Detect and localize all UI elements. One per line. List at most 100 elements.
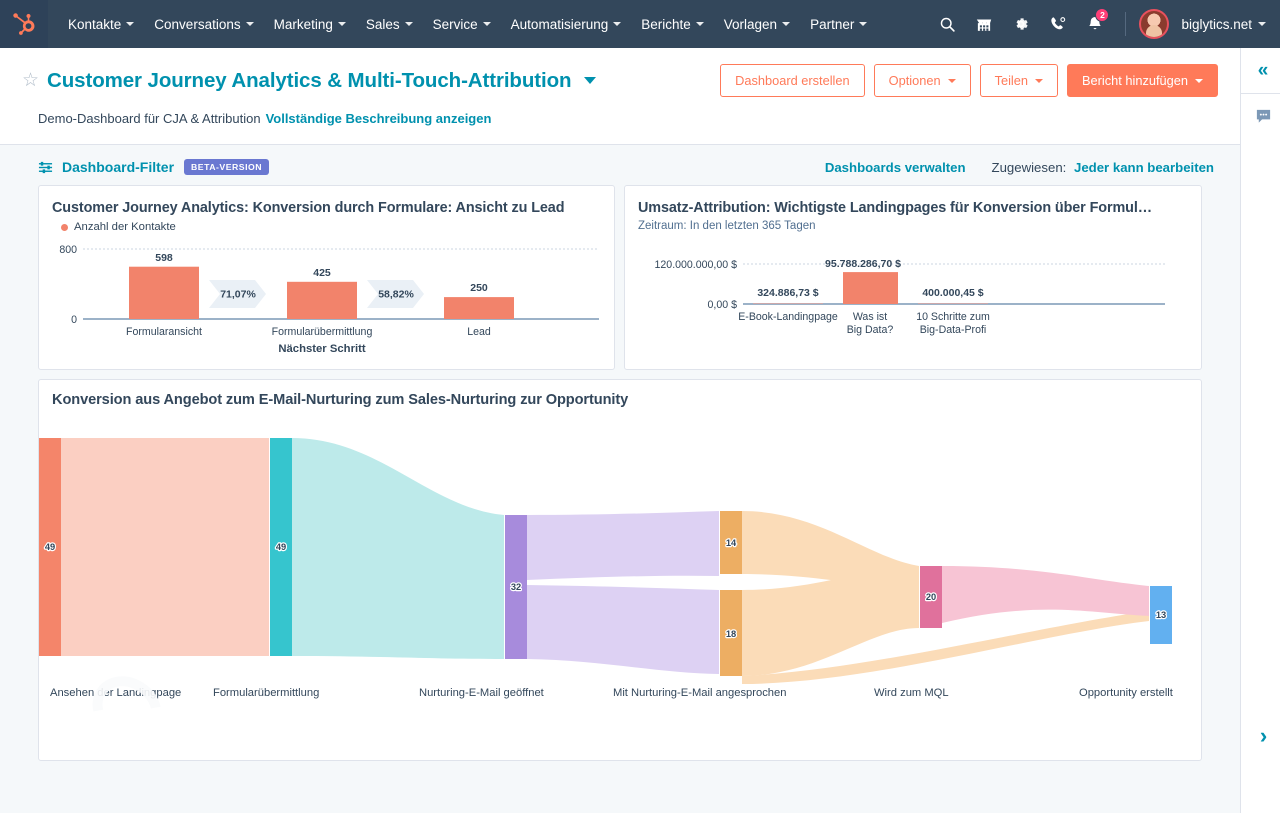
- bar-value-1: 598: [155, 252, 173, 264]
- bar-value-2: 425: [313, 267, 331, 279]
- bar-was-ist-big-data[interactable]: [843, 272, 898, 304]
- dashboard-filter-label[interactable]: Dashboard-Filter: [62, 159, 174, 175]
- bar-value-2: 95.788.286,70 $: [825, 258, 901, 270]
- settings-button[interactable]: [1004, 0, 1038, 48]
- dashboard-switcher-chevron-down-icon[interactable]: [584, 77, 596, 84]
- gear-icon: [1012, 15, 1030, 33]
- funnel-legend: Anzahl der Kontakte: [39, 216, 614, 233]
- funnel-conversion-card: Customer Journey Analytics: Konversion d…: [38, 185, 615, 370]
- hubspot-logo-button[interactable]: [0, 0, 48, 48]
- nav-item-label: Kontakte: [68, 17, 121, 32]
- favorite-star-icon[interactable]: ☆: [22, 71, 39, 90]
- add-report-button[interactable]: Bericht hinzufügen: [1067, 64, 1218, 97]
- create-dashboard-button[interactable]: Dashboard erstellen: [720, 64, 865, 97]
- link-landingpage-to-formular: [61, 438, 269, 656]
- search-button[interactable]: [930, 0, 964, 48]
- sankey-label-mql: Wird zum MQL: [874, 687, 949, 699]
- bar-lead[interactable]: [444, 297, 514, 319]
- nav-item-service[interactable]: Service: [423, 0, 501, 48]
- collapse-panel-button[interactable]: «: [1241, 48, 1280, 93]
- chat-bubble-icon: [1255, 108, 1272, 125]
- nav-item-partner[interactable]: Partner: [800, 0, 877, 48]
- nav-utility-icons: 2 biglytics.net: [930, 0, 1280, 48]
- options-button[interactable]: Optionen: [874, 64, 971, 97]
- rail-bottom-actions: ›: [1241, 713, 1280, 758]
- sankey-node-value-opportunity: 13: [1156, 610, 1166, 620]
- add-report-label: Bericht hinzufügen: [1082, 73, 1188, 88]
- bar-formularansicht[interactable]: [129, 267, 199, 319]
- ytick-max: 120.000.000,00 $: [655, 259, 738, 271]
- xtick-2-line2: Big Data?: [847, 324, 894, 336]
- link-mql-to-opportunity: [942, 566, 1149, 623]
- dashboard-filter-row: Dashboard-Filter BETA-VERSION Dashboards…: [0, 145, 1240, 185]
- xtick-2-line1: Was ist: [853, 311, 887, 323]
- nav-item-kontakte[interactable]: Kontakte: [58, 0, 144, 48]
- notification-count-badge: 2: [1095, 8, 1109, 22]
- bar-formularuebermittlung[interactable]: [287, 282, 357, 319]
- show-full-description-link[interactable]: Vollständige Beschreibung anzeigen: [266, 111, 492, 126]
- main-nav-items: Kontakte Conversations Marketing Sales S…: [58, 0, 877, 48]
- nav-item-label: Service: [433, 17, 478, 32]
- phone-icon: [1049, 15, 1067, 33]
- share-button[interactable]: Teilen: [980, 64, 1058, 97]
- ytick-800: 800: [59, 244, 77, 256]
- share-label: Teilen: [995, 73, 1028, 88]
- dashboard-description: Demo-Dashboard für CJA & Attribution: [38, 111, 261, 126]
- bar-value-1: 324.886,73 $: [757, 287, 818, 299]
- chevron-right-icon: ›: [1260, 725, 1267, 747]
- filter-sliders-icon[interactable]: [38, 160, 53, 175]
- page-main-column: ☆ Customer Journey Analytics & Multi-Tou…: [0, 48, 1240, 813]
- notifications-button[interactable]: 2: [1078, 0, 1112, 48]
- legend-color-swatch: [61, 224, 68, 231]
- chevron-down-icon: [696, 22, 704, 26]
- assigned-info: Zugewiesen: Jeder kann bearbeiten: [992, 160, 1214, 175]
- chat-panel-button[interactable]: [1241, 94, 1280, 139]
- account-menu[interactable]: biglytics.net: [1181, 17, 1266, 32]
- assigned-value-link[interactable]: Jeder kann bearbeiten: [1074, 160, 1214, 175]
- nav-item-label: Marketing: [274, 17, 333, 32]
- link-formular-to-nurturing-opened: [292, 438, 504, 659]
- link-nurturing-to-engaged-14: [527, 511, 719, 580]
- sankey-node-value-landingpage: 49: [45, 542, 55, 552]
- funnel-card-title: Customer Journey Analytics: Konversion d…: [39, 186, 614, 216]
- nav-item-automatisierung[interactable]: Automatisierung: [501, 0, 632, 48]
- calling-button[interactable]: [1041, 0, 1075, 48]
- manage-dashboards-link[interactable]: Dashboards verwalten: [825, 160, 966, 175]
- sankey-node-value-mql: 20: [926, 592, 936, 602]
- sankey-node-value-engaged-18: 18: [726, 629, 736, 639]
- sankey-label-engaged: Mit Nurturing-E-Mail angesprochen: [613, 687, 786, 699]
- sankey-label-nurturing-opened: Nurturing-E-Mail geöffnet: [419, 687, 545, 699]
- nav-item-vorlagen[interactable]: Vorlagen: [714, 0, 800, 48]
- nav-item-label: Automatisierung: [511, 17, 609, 32]
- chevron-down-icon: [126, 22, 134, 26]
- dashboard-header-top-row: ☆ Customer Journey Analytics & Multi-Tou…: [0, 48, 1240, 111]
- chevron-down-icon: [859, 22, 867, 26]
- journey-sankey-card: Konversion aus Angebot zum E-Mail-Nurtur…: [38, 379, 1202, 761]
- revenue-card-subtitle: Zeitraum: In den letzten 365 Tagen: [625, 216, 1201, 232]
- marketplace-button[interactable]: [967, 0, 1001, 48]
- nav-item-sales[interactable]: Sales: [356, 0, 423, 48]
- marketplace-icon: [975, 15, 993, 33]
- nav-item-label: Partner: [810, 17, 854, 32]
- chevron-down-icon: [1035, 79, 1043, 83]
- nav-item-marketing[interactable]: Marketing: [264, 0, 356, 48]
- legend-label: Anzahl der Kontakte: [74, 221, 176, 233]
- nav-item-berichte[interactable]: Berichte: [631, 0, 714, 48]
- bar-value-3: 250: [470, 282, 488, 294]
- top-navigation-bar: Kontakte Conversations Marketing Sales S…: [0, 0, 1280, 48]
- sankey-label-formular: Formularübermittlung: [213, 687, 319, 699]
- filter-row-right-actions: Dashboards verwalten Zugewiesen: Jeder k…: [825, 160, 1214, 175]
- top-charts-row: Customer Journey Analytics: Konversion d…: [0, 185, 1240, 370]
- create-dashboard-label: Dashboard erstellen: [735, 73, 850, 88]
- user-avatar[interactable]: [1139, 9, 1169, 39]
- dashboard-header: ☆ Customer Journey Analytics & Multi-Tou…: [0, 48, 1240, 145]
- funnel-chart-svg: 800 0 598 71,07% 425: [39, 233, 614, 355]
- nav-item-conversations[interactable]: Conversations: [144, 0, 263, 48]
- sankey-node-value-engaged-14: 14: [726, 538, 737, 548]
- ytick-zero: 0,00 $: [708, 299, 738, 311]
- xtick-2: Formularübermittlung: [272, 326, 373, 338]
- chevron-down-icon: [338, 22, 346, 26]
- options-label: Optionen: [889, 73, 941, 88]
- expand-panel-button[interactable]: ›: [1241, 713, 1280, 758]
- xtick-1: Formularansicht: [126, 326, 202, 338]
